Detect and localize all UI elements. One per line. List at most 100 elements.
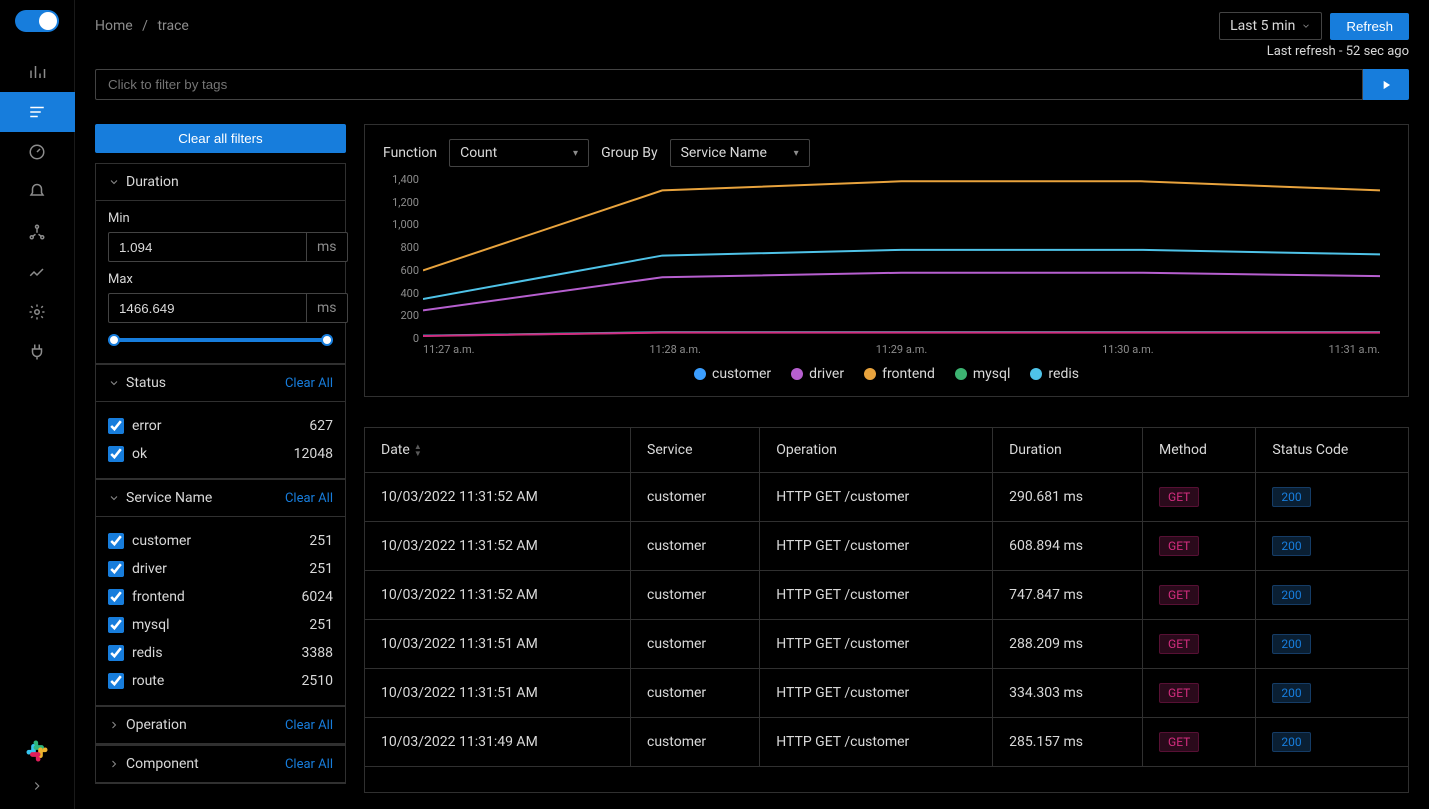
legend-label: customer	[712, 366, 771, 382]
filter-check-count: 2510	[302, 673, 333, 689]
filter-checkbox[interactable]	[108, 418, 124, 434]
y-tick: 1,200	[383, 196, 419, 209]
filter-checkbox[interactable]	[108, 561, 124, 577]
component-clear-link[interactable]: Clear All	[285, 757, 333, 772]
status-clear-link[interactable]: Clear All	[285, 376, 333, 391]
filter-service-header[interactable]: Service Name Clear All	[96, 480, 345, 517]
filter-duration-header[interactable]: Duration	[96, 164, 345, 201]
slack-icon[interactable]	[23, 737, 51, 765]
cell-service: customer	[631, 473, 760, 522]
cell-duration: 285.157 ms	[993, 718, 1143, 767]
nav-traces[interactable]	[0, 92, 75, 132]
filter-operation-header[interactable]: Operation Clear All	[96, 707, 345, 744]
method-badge: GET	[1159, 536, 1199, 556]
table-header[interactable]: Service	[631, 428, 760, 473]
max-label: Max	[108, 272, 333, 287]
y-tick: 800	[383, 241, 419, 254]
cell-method: GET	[1143, 718, 1256, 767]
cell-service: customer	[631, 522, 760, 571]
slider-handle-min[interactable]	[108, 334, 120, 346]
time-range-select[interactable]: Last 5 min	[1219, 12, 1322, 40]
filter-check-row: route2510	[108, 667, 333, 695]
groupby-label: Group By	[601, 145, 658, 161]
filter-check-row: customer251	[108, 527, 333, 555]
nav-alerts[interactable]	[0, 172, 75, 212]
table-row[interactable]: 10/03/2022 11:31:51 AMcustomerHTTP GET /…	[365, 669, 1408, 718]
filter-component-header[interactable]: Component Clear All	[96, 746, 345, 783]
table-row[interactable]: 10/03/2022 11:31:51 AMcustomerHTTP GET /…	[365, 620, 1408, 669]
plug-icon	[28, 343, 46, 361]
cell-date: 10/03/2022 11:31:52 AM	[365, 571, 631, 620]
min-input[interactable]	[108, 232, 307, 262]
cell-status: 200	[1256, 571, 1408, 620]
cell-service: customer	[631, 718, 760, 767]
table-header[interactable]: Operation	[760, 428, 993, 473]
nav-metrics[interactable]	[0, 52, 75, 92]
status-badge: 200	[1272, 487, 1310, 507]
cell-method: GET	[1143, 620, 1256, 669]
filter-check-count: 12048	[294, 446, 333, 462]
expand-sidebar-button[interactable]	[0, 773, 75, 799]
operation-clear-link[interactable]: Clear All	[285, 718, 333, 733]
legend-item[interactable]: redis	[1030, 366, 1079, 382]
chart-series-line	[423, 333, 1380, 336]
cell-service: customer	[631, 669, 760, 718]
breadcrumb-home[interactable]: Home	[95, 18, 133, 34]
filter-check-row: mysql251	[108, 611, 333, 639]
run-filter-button[interactable]	[1363, 69, 1409, 100]
filter-operation-title: Operation	[126, 717, 187, 733]
x-tick: 11:27 a.m.	[423, 343, 475, 356]
chart-area[interactable]: 1,4001,2001,0008006004002000	[423, 179, 1380, 339]
table-header[interactable]: Date▲▼	[365, 428, 631, 473]
tag-filter-input[interactable]	[95, 69, 1363, 100]
nav-instrumentation[interactable]	[0, 332, 75, 372]
legend-dot	[694, 368, 706, 380]
nav-usage[interactable]	[0, 252, 75, 292]
slider-handle-max[interactable]	[321, 334, 333, 346]
function-select[interactable]: Count ▾	[449, 139, 589, 167]
nav-service-map[interactable]	[0, 212, 75, 252]
traces-table-panel: Date▲▼ServiceOperationDurationMethodStat…	[364, 427, 1409, 793]
cell-duration: 288.209 ms	[993, 620, 1143, 669]
filter-checkbox[interactable]	[108, 533, 124, 549]
legend-item[interactable]: mysql	[955, 366, 1011, 382]
cell-method: GET	[1143, 669, 1256, 718]
legend-dot	[864, 368, 876, 380]
filter-checkbox[interactable]	[108, 589, 124, 605]
method-badge: GET	[1159, 487, 1199, 507]
table-row[interactable]: 10/03/2022 11:31:52 AMcustomerHTTP GET /…	[365, 522, 1408, 571]
filters-panel: Clear all filters Duration Min ms Max ms	[95, 124, 346, 793]
filter-checkbox[interactable]	[108, 673, 124, 689]
legend-item[interactable]: driver	[791, 366, 844, 382]
table-header[interactable]: Method	[1143, 428, 1256, 473]
table-row[interactable]: 10/03/2022 11:31:52 AMcustomerHTTP GET /…	[365, 571, 1408, 620]
filter-checkbox[interactable]	[108, 446, 124, 462]
function-value: Count	[460, 145, 497, 161]
legend-item[interactable]: customer	[694, 366, 771, 382]
filter-checkbox[interactable]	[108, 645, 124, 661]
max-input[interactable]	[108, 293, 307, 323]
nav-dashboard[interactable]	[0, 132, 75, 172]
table-row[interactable]: 10/03/2022 11:31:49 AMcustomerHTTP GET /…	[365, 718, 1408, 767]
cell-status: 200	[1256, 669, 1408, 718]
refresh-button[interactable]: Refresh	[1330, 13, 1409, 40]
gear-icon	[28, 303, 46, 321]
nav-settings[interactable]	[0, 292, 75, 332]
legend-label: frontend	[882, 366, 935, 382]
filter-check-label: ok	[132, 446, 147, 462]
filter-checkbox[interactable]	[108, 617, 124, 633]
table-row[interactable]: 10/03/2022 11:31:52 AMcustomerHTTP GET /…	[365, 473, 1408, 522]
cell-method: GET	[1143, 473, 1256, 522]
theme-toggle[interactable]	[15, 10, 59, 32]
table-header[interactable]: Status Code	[1256, 428, 1408, 473]
legend-item[interactable]: frontend	[864, 366, 935, 382]
filter-duration-title: Duration	[126, 174, 179, 190]
filter-operation: Operation Clear All	[95, 706, 346, 745]
filter-status-header[interactable]: Status Clear All	[96, 365, 345, 402]
groupby-select[interactable]: Service Name ▾	[670, 139, 810, 167]
clear-all-filters-button[interactable]: Clear all filters	[95, 124, 346, 153]
service-clear-link[interactable]: Clear All	[285, 491, 333, 506]
table-header[interactable]: Duration	[993, 428, 1143, 473]
chevron-down-icon	[108, 492, 120, 504]
duration-slider[interactable]	[108, 333, 333, 347]
